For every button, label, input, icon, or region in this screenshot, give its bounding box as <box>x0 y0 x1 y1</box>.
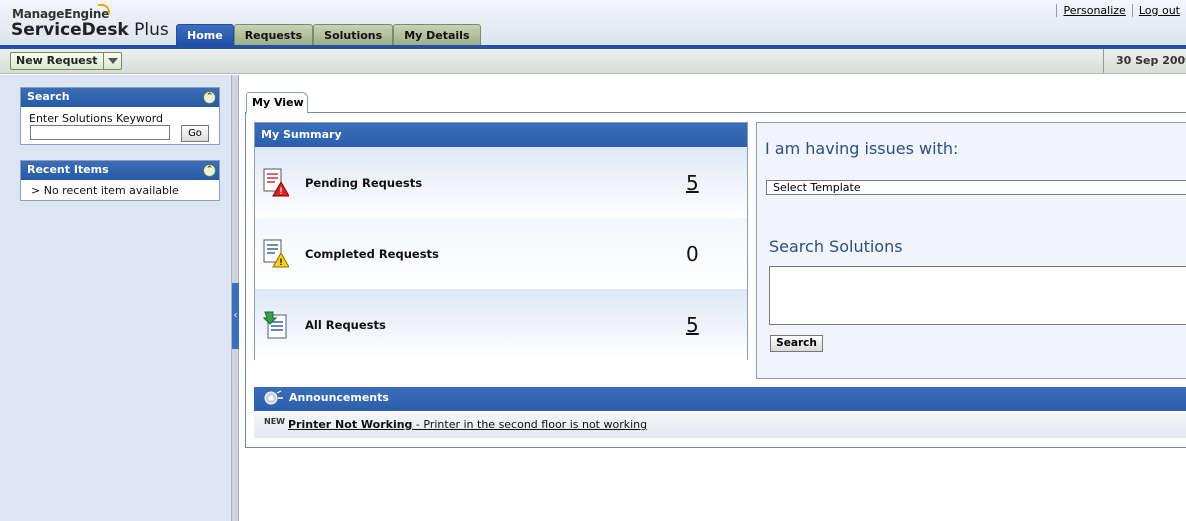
recent-panel-header: Recent Items ⌃ <box>21 161 219 180</box>
pending-document-icon: ! <box>263 168 289 197</box>
summary-row-label: All Requests <box>305 318 386 332</box>
search-panel-title: Search <box>27 90 70 103</box>
search-button[interactable]: Search <box>770 335 823 352</box>
brand-name: ManageEngine <box>12 7 110 21</box>
tab-solutions[interactable]: Solutions <box>313 24 394 46</box>
brand-logo-top: ManageEngine <box>12 4 110 21</box>
summary-row-completed: ! Completed Requests 0 <box>255 218 747 289</box>
new-request-button[interactable]: New Request <box>10 52 122 70</box>
toolbar: New Request 30 Sep 2009, <box>0 49 1186 74</box>
app-header: ManageEngine ServiceDesk Plus Personaliz… <box>0 0 1186 46</box>
recent-empty-text: > No recent item available <box>31 184 179 197</box>
new-badge-icon: NEW <box>264 417 285 426</box>
search-keyword-input[interactable] <box>30 125 170 140</box>
personalize-link[interactable]: Personalize <box>1056 4 1131 17</box>
summary-row-pending[interactable]: ! Pending Requests 5 <box>255 147 747 218</box>
tab-requests[interactable]: Requests <box>233 24 314 46</box>
top-links: Personalize Log out <box>1056 4 1186 17</box>
search-panel-header: Search ⌃ <box>21 88 219 107</box>
announcement-title[interactable]: Printer Not Working <box>288 418 412 431</box>
tab-home[interactable]: Home <box>176 24 234 46</box>
logout-link[interactable]: Log out <box>1131 4 1186 17</box>
template-select[interactable]: Select Template <box>766 180 1186 195</box>
all-requests-document-icon <box>263 311 287 339</box>
collapse-sidebar-icon[interactable]: ‹ <box>232 283 239 349</box>
summary-row-label: Completed Requests <box>305 247 439 261</box>
search-solutions-textarea[interactable] <box>769 266 1186 325</box>
completed-count: 0 <box>686 242 699 266</box>
product-name-rest: Plus <box>128 20 169 40</box>
tab-my-view[interactable]: My View <box>246 92 308 113</box>
main-tabs: Home Requests Solutions My Details <box>176 24 481 46</box>
announcements-title: Announcements <box>289 391 389 404</box>
go-button[interactable]: Go <box>181 125 209 142</box>
chevron-down-icon[interactable] <box>102 53 121 69</box>
announcement-text[interactable]: - Printer in the second floor is not wor… <box>412 418 647 431</box>
brand-arc-icon <box>98 4 110 14</box>
announcement-link[interactable]: Printer Not Working - Printer in the sec… <box>288 418 647 431</box>
summary-row-all[interactable]: All Requests 5 <box>255 289 747 360</box>
recent-panel-title: Recent Items <box>27 163 109 176</box>
product-name-bold: ServiceDesk <box>11 20 129 40</box>
collapse-icon[interactable]: ⌃ <box>203 164 216 177</box>
announcements-header: Announcements <box>254 387 1186 411</box>
all-count-link[interactable]: 5 <box>686 313 699 337</box>
announcement-item: NEW Printer Not Working - Printer in the… <box>254 412 1186 438</box>
new-request-label[interactable]: New Request <box>11 53 103 69</box>
collapse-icon[interactable]: ⌃ <box>203 91 216 104</box>
completed-document-icon: ! <box>263 239 289 268</box>
current-date: 30 Sep 2009, <box>1103 49 1186 73</box>
issues-title: I am having issues with: <box>765 139 959 158</box>
tab-my-details[interactable]: My Details <box>393 24 481 46</box>
svg-text:!: ! <box>280 186 283 196</box>
product-logo: ServiceDesk Plus <box>11 20 169 40</box>
search-keyword-label: Enter Solutions Keyword <box>29 112 164 125</box>
sidebar-splitter[interactable]: ‹ <box>231 75 239 521</box>
summary-header: My Summary <box>255 123 747 147</box>
announcement-megaphone-icon <box>264 390 283 405</box>
summary-row-label: Pending Requests <box>305 176 423 190</box>
summary-panel: My Summary ! Pending Requests 5 ! Comple… <box>254 122 748 360</box>
pending-count-link[interactable]: 5 <box>686 171 699 195</box>
svg-text:!: ! <box>280 257 283 267</box>
issues-panel: I am having issues with: Select Template… <box>756 122 1186 379</box>
search-solutions-title: Search Solutions <box>769 237 903 256</box>
